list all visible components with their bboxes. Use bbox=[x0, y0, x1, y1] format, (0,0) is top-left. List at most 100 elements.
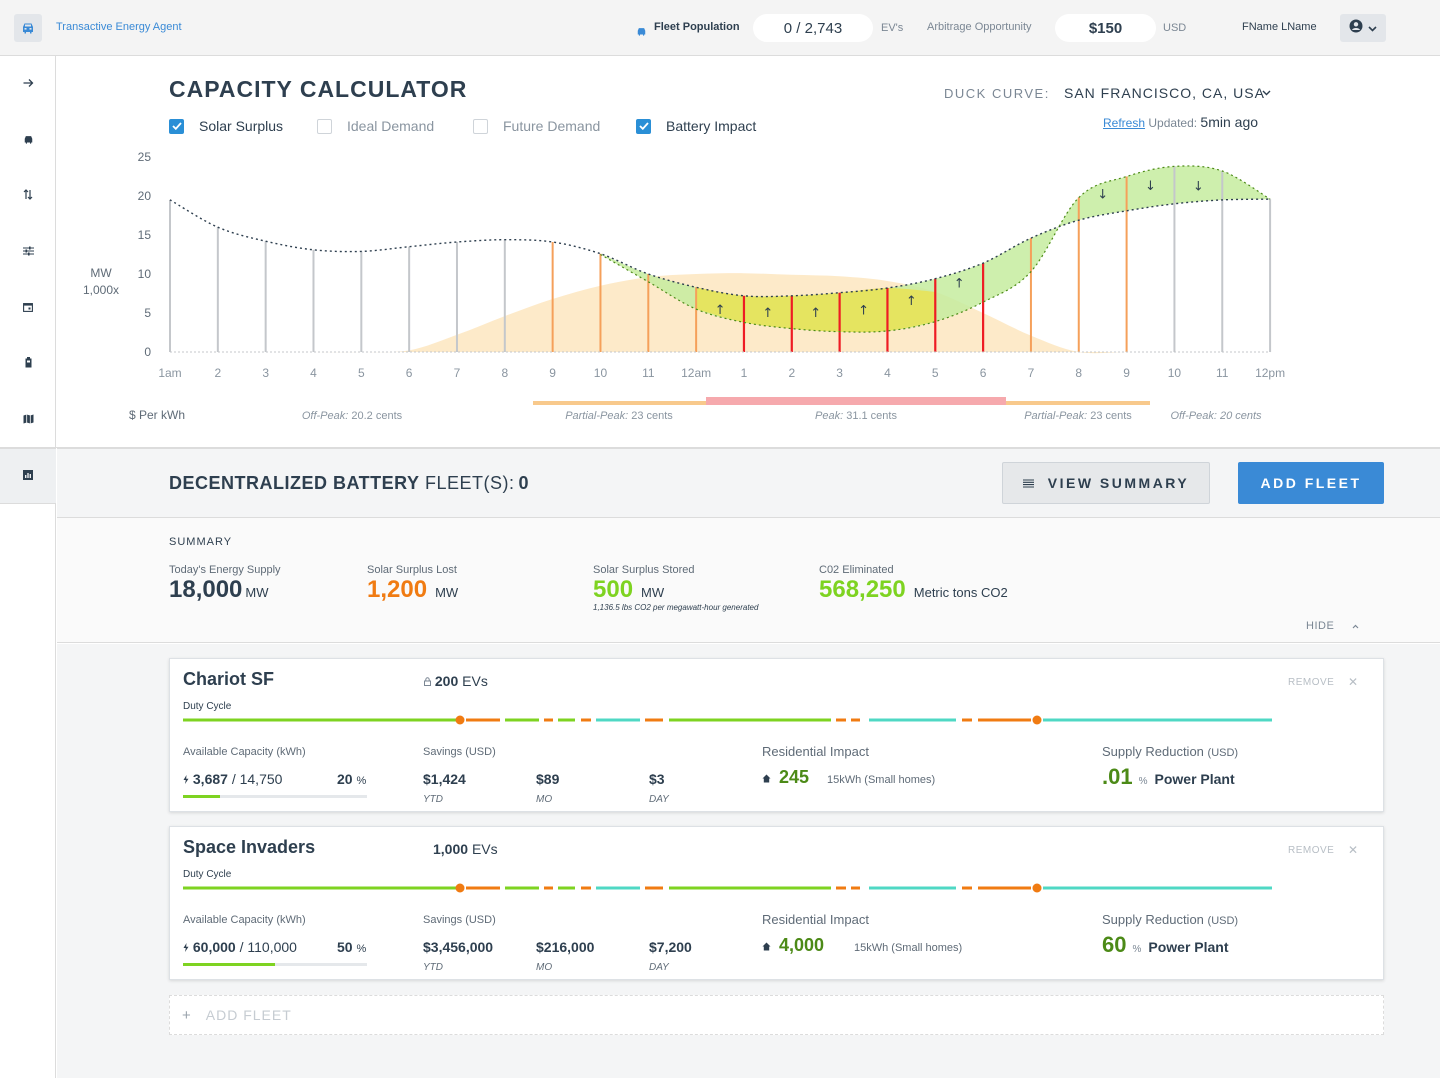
capacity-value: 60,000 / 110,000 bbox=[183, 939, 297, 955]
sidebar-item-schedule[interactable] bbox=[0, 280, 56, 336]
stat-surplus-stored: Solar Surplus Stored 500 MW 1,136.5 lbs C… bbox=[593, 564, 758, 612]
stat-value: 18,000 bbox=[169, 576, 243, 603]
arrow-up-icon: ↑ bbox=[954, 277, 965, 292]
duty-cycle-bar[interactable] bbox=[183, 882, 1278, 896]
section-title: DECENTRALIZED BATTERY bbox=[169, 473, 420, 493]
duck-curve-select[interactable]: SAN FRANCISCO, CA, USA bbox=[1064, 85, 1265, 101]
add-fleet-row[interactable]: + ADD FLEET bbox=[169, 995, 1384, 1035]
duty-cycle-bar[interactable] bbox=[183, 714, 1278, 728]
checkbox-battery-impact[interactable]: Battery Impact bbox=[636, 118, 756, 134]
x-tick-label: 3 bbox=[836, 366, 843, 380]
savings-label: Savings (USD) bbox=[423, 746, 496, 758]
checkbox-future-demand[interactable]: Future Demand bbox=[473, 118, 600, 134]
x-tick-label: 8 bbox=[501, 366, 508, 380]
savings-ytd-value: $3,456,000 bbox=[423, 939, 494, 955]
transfer-icon bbox=[23, 187, 33, 205]
price-period-value: 20.2 cents bbox=[351, 410, 402, 422]
remove-fleet-button[interactable]: REMOVE bbox=[1288, 845, 1334, 856]
arrow-right-icon bbox=[23, 75, 34, 93]
ev-count-unit: EVs bbox=[471, 841, 498, 857]
arrow-up-icon: ↑ bbox=[715, 303, 726, 318]
arrow-up-icon: ↑ bbox=[762, 306, 773, 321]
close-icon[interactable]: ✕ bbox=[1348, 843, 1358, 857]
checkbox-ideal-demand[interactable]: Ideal Demand bbox=[317, 118, 434, 134]
checkbox-unchecked-icon[interactable] bbox=[317, 118, 332, 134]
sidebar-item-transfer[interactable] bbox=[0, 168, 56, 224]
capacity-value: 3,687 / 14,750 bbox=[183, 771, 282, 787]
sidebar-item-battery[interactable] bbox=[0, 336, 56, 392]
checkbox-checked-icon[interactable] bbox=[636, 118, 651, 134]
page-title: CAPACITY CALCULATOR bbox=[169, 76, 468, 102]
price-period-value: 31.1 cents bbox=[846, 410, 897, 422]
close-icon[interactable]: ✕ bbox=[1348, 675, 1358, 689]
car-icon[interactable] bbox=[14, 14, 42, 42]
capacity-percent-value: 50 bbox=[337, 939, 353, 955]
checkbox-unchecked-icon[interactable] bbox=[473, 118, 488, 134]
hide-summary-toggle[interactable]: HIDE bbox=[1306, 620, 1359, 632]
price-period-value: 23 cents bbox=[1090, 410, 1132, 422]
checkbox-solar-surplus[interactable]: Solar Surplus bbox=[169, 118, 283, 134]
supply-reduction-unit: (USD) bbox=[1207, 747, 1239, 759]
fleet-count: FLEET(S): 0 bbox=[425, 473, 529, 494]
supply-reduction-title: Supply Reduction bbox=[1102, 744, 1204, 759]
x-tick-label: 4 bbox=[310, 366, 317, 380]
stat-value: 568,250 bbox=[819, 576, 906, 603]
savings-mo: $216,000 bbox=[536, 939, 594, 955]
x-tick-label: 12am bbox=[681, 366, 711, 380]
remove-fleet-button[interactable]: REMOVE bbox=[1288, 677, 1334, 688]
savings-mo-value: $89 bbox=[536, 771, 560, 787]
battery-icon bbox=[25, 355, 32, 373]
stat-unit: MW bbox=[435, 585, 459, 600]
sidebar-item-analytics[interactable] bbox=[0, 448, 56, 504]
supply-percent-sign: % bbox=[1138, 776, 1148, 787]
add-fleet-button[interactable]: ADD FLEET bbox=[1238, 462, 1384, 504]
supply-target: Power Plant bbox=[1148, 939, 1229, 955]
x-tick-label: 6 bbox=[406, 366, 413, 380]
arrow-down-icon: ↓ bbox=[1193, 179, 1204, 194]
y-tick-label: 15 bbox=[138, 228, 152, 242]
capacity-total: / 14,750 bbox=[231, 771, 283, 787]
x-tick-label: 5 bbox=[358, 366, 365, 380]
refresh-link[interactable]: Refresh bbox=[1103, 116, 1145, 130]
supply-reduction-value: .01 % Power Plant bbox=[1102, 764, 1235, 790]
capacity-total: / 110,000 bbox=[239, 939, 297, 955]
x-tick-label: 2 bbox=[788, 366, 795, 380]
residential-unit: 15kWh (Small homes) bbox=[827, 774, 936, 786]
chevron-down-icon[interactable] bbox=[1262, 88, 1271, 99]
ev-count-value: 1,000 bbox=[433, 841, 469, 857]
fleet-ev-count: 200 EVs bbox=[424, 673, 488, 689]
duty-cycle-label: Duty Cycle bbox=[183, 869, 232, 880]
stat-label: C02 Eliminated bbox=[819, 564, 894, 576]
day-label: DAY bbox=[649, 962, 669, 973]
lock-icon bbox=[424, 673, 431, 689]
checkbox-label: Solar Surplus bbox=[199, 118, 284, 134]
fleet-count-label: FLEET(S): bbox=[425, 473, 515, 493]
view-summary-button[interactable]: VIEW SUMMARY bbox=[1002, 462, 1210, 504]
supply-reduction-unit: (USD) bbox=[1207, 915, 1239, 927]
supply-target: Power Plant bbox=[1154, 771, 1235, 787]
day-label: DAY bbox=[649, 794, 669, 805]
stat-unit: MW bbox=[641, 585, 665, 600]
calendar-icon bbox=[23, 299, 33, 317]
app-title[interactable]: Transactive Energy Agent bbox=[56, 21, 182, 33]
x-tick-label: 11 bbox=[1216, 366, 1229, 380]
sidebar-item-vehicles[interactable] bbox=[0, 112, 56, 168]
residential-impact-label: Residential Impact bbox=[762, 744, 869, 759]
residential-count: 4,000 bbox=[779, 935, 825, 955]
savings-ytd: $1,424 bbox=[423, 771, 466, 787]
price-period-name: Off-Peak: bbox=[302, 410, 352, 422]
user-menu-button[interactable] bbox=[1340, 14, 1386, 42]
mo-label: MO bbox=[536, 962, 553, 973]
user-name[interactable]: FName LName bbox=[1242, 21, 1317, 33]
sidebar-item-expand[interactable] bbox=[0, 56, 56, 112]
sidebar-item-map[interactable] bbox=[0, 392, 56, 448]
refresh-row: Refresh Updated: 5min ago bbox=[1103, 114, 1258, 130]
fleet-card: Space Invaders 1,000 EVs REMOVE ✕ Duty C… bbox=[169, 826, 1384, 980]
checkbox-checked-icon[interactable] bbox=[169, 118, 184, 134]
sidebar-item-settings[interactable] bbox=[0, 224, 56, 280]
price-period-label: Off-Peak: 20 cents bbox=[1170, 410, 1262, 422]
sidebar bbox=[0, 56, 56, 1078]
y-axis-label: 1,000x bbox=[83, 283, 119, 297]
price-period-label: Partial-Peak: 23 cents bbox=[1024, 410, 1132, 422]
stat-surplus-lost: Solar Surplus Lost 1,200 MW bbox=[367, 564, 458, 604]
